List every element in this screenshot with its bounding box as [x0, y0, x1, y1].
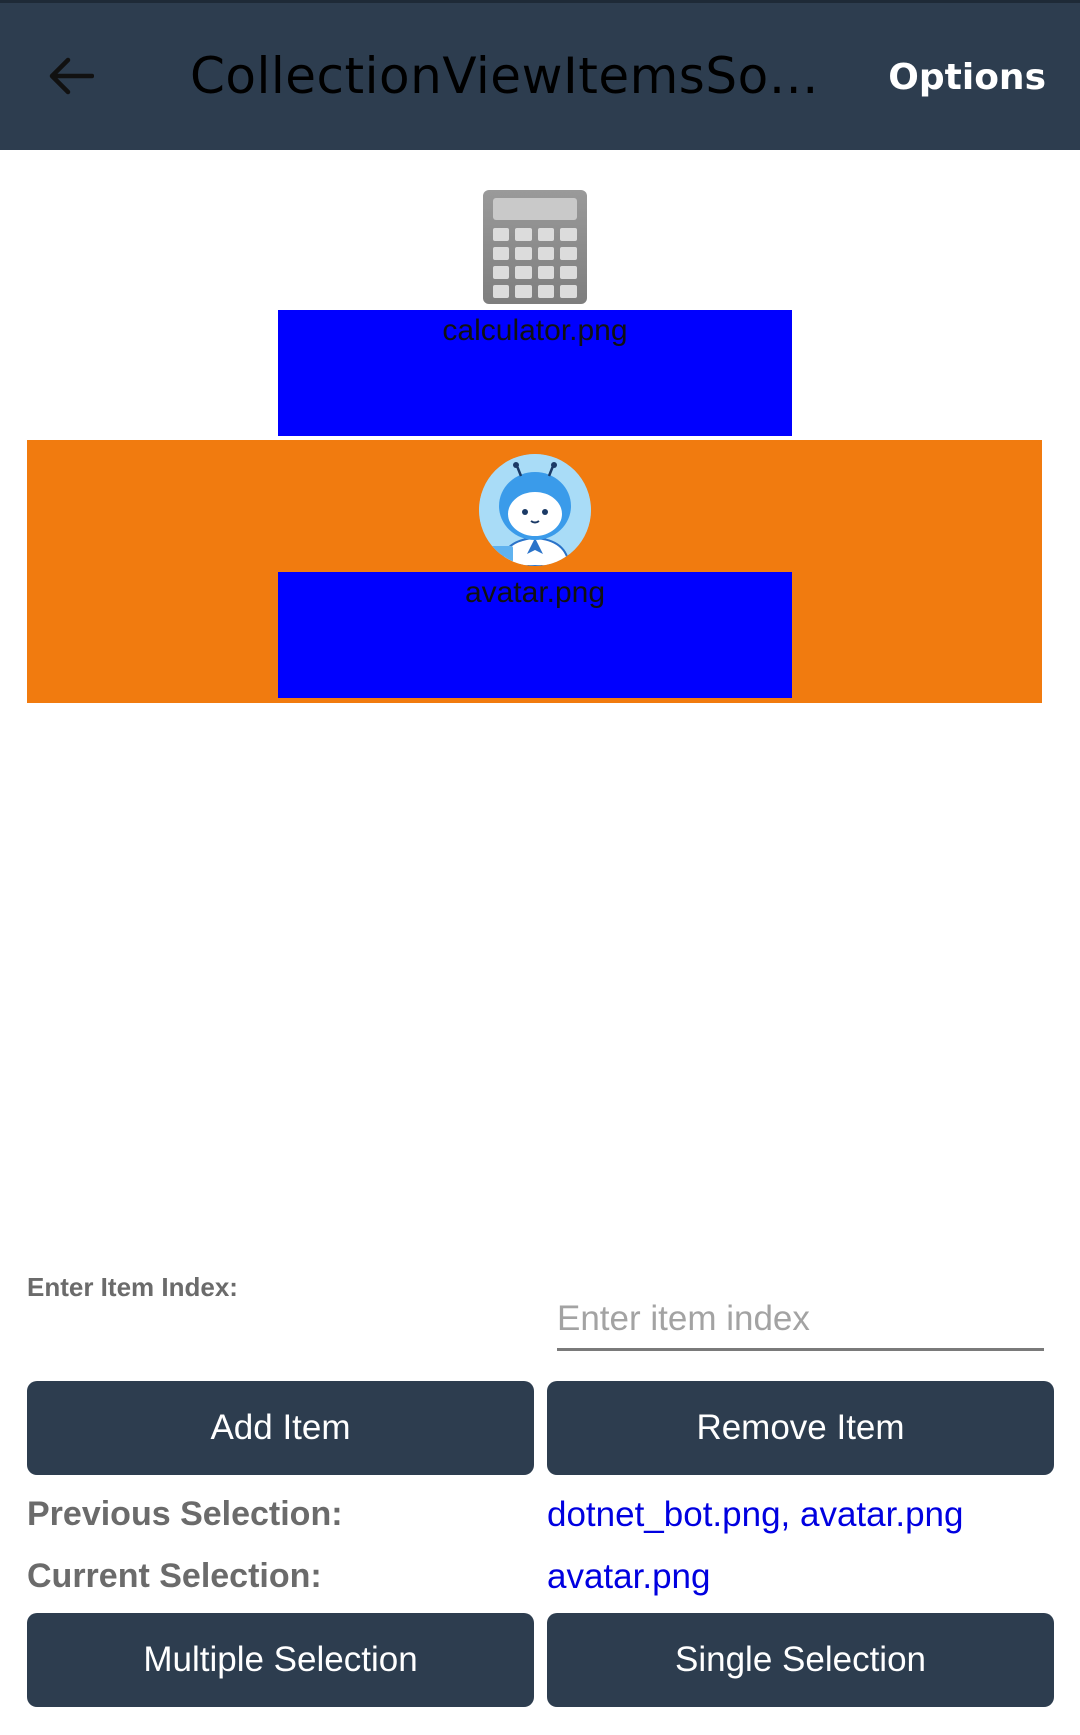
options-button[interactable]: Options [888, 57, 1046, 98]
arrow-left-icon [49, 57, 94, 95]
add-item-button[interactable]: Add Item [27, 1381, 534, 1475]
page: CollectionViewItemsSour… Options calcula… [0, 0, 1080, 1735]
avatar-image [478, 454, 591, 566]
page-title: CollectionViewItemsSour… [190, 47, 840, 105]
item-label: avatar.png [464, 576, 606, 609]
single-selection-button[interactable]: Single Selection [547, 1613, 1054, 1707]
previous-selection-label: Previous Selection: [27, 1495, 343, 1533]
remove-item-button[interactable]: Remove Item [547, 1381, 1054, 1475]
index-label: Enter Item Index: [27, 1272, 238, 1302]
current-selection-label: Current Selection: [27, 1557, 322, 1595]
calculator-icon [482, 190, 587, 304]
item-label: calculator.png [442, 314, 628, 347]
collection-item-selected[interactable]: avatar.png [27, 440, 1042, 703]
back-button[interactable] [40, 45, 102, 107]
item-index-input[interactable] [557, 1290, 1044, 1351]
current-selection-value: avatar.png [547, 1557, 711, 1596]
item-label-box: calculator.png [278, 310, 792, 436]
previous-selection-value: dotnet_bot.png, avatar.png [547, 1495, 964, 1534]
multiple-selection-button[interactable]: Multiple Selection [27, 1613, 534, 1707]
item-label-box: avatar.png [278, 572, 792, 698]
calculator-screen [492, 198, 577, 220]
collection-item[interactable]: calculator.png [27, 190, 1042, 438]
app-bar: CollectionViewItemsSour… Options [0, 0, 1080, 150]
calculator-keys [492, 228, 577, 298]
